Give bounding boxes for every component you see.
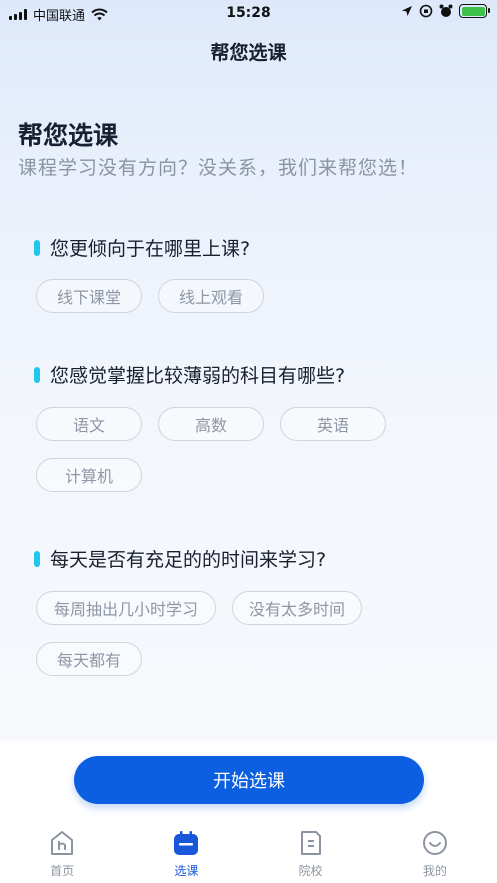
question-text: 每天是否有充足的的时间来学习? (50, 549, 327, 571)
status-right (401, 4, 490, 18)
battery-icon (459, 4, 490, 18)
tab-school[interactable]: 院校 (249, 828, 373, 883)
status-bar: 中国联通 15:28 (0, 0, 497, 26)
option-english[interactable]: 英语 (280, 407, 386, 441)
nav-title: 帮您选课 (210, 42, 287, 64)
tab-select-course[interactable]: 选课 (124, 828, 248, 883)
hero-title: 帮您选课 (18, 121, 119, 150)
option-every-day[interactable]: 每天都有 (36, 642, 142, 676)
tab-bar: 首页 选课 院校 我的 (0, 828, 497, 883)
option-few-hours-weekly[interactable]: 每周抽出几小时学习 (36, 591, 216, 625)
hero-subtitle: 课程学习没有方向？没关系，我们来帮您选！ (18, 157, 419, 179)
question-marker (34, 366, 40, 383)
option-offline[interactable]: 线下课堂 (36, 279, 142, 313)
tab-label: 首页 (50, 864, 75, 878)
option-computer[interactable]: 计算机 (36, 458, 142, 492)
tab-label: 选课 (174, 864, 199, 878)
tab-label: 我的 (422, 864, 447, 878)
tab-home[interactable]: 首页 (0, 828, 124, 883)
options-location: 线下课堂 线上观看 (36, 279, 476, 313)
options-weak-subjects: 语文 高数 英语 计算机 (36, 407, 476, 492)
options-study-time: 每周抽出几小时学习 没有太多时间 每天都有 (36, 591, 476, 676)
question-text: 您更倾向于在哪里上课? (50, 238, 251, 260)
tab-label: 院校 (298, 864, 323, 878)
question-marker (34, 550, 40, 567)
question-text: 您感觉掌握比较薄弱的科目有哪些? (50, 365, 346, 387)
question-marker (34, 239, 40, 256)
orientation-lock-icon (419, 4, 433, 18)
smile-icon (422, 831, 447, 855)
option-chinese[interactable]: 语文 (36, 407, 142, 441)
calendar-icon (174, 831, 199, 855)
question-location: 您更倾向于在哪里上课? (34, 234, 250, 261)
option-online[interactable]: 线上观看 (158, 279, 264, 313)
option-math[interactable]: 高数 (158, 407, 264, 441)
tab-mine[interactable]: 我的 (373, 828, 497, 883)
option-little-time[interactable]: 没有太多时间 (232, 591, 362, 625)
home-icon (51, 831, 74, 855)
question-weak-subjects: 您感觉掌握比较薄弱的科目有哪些? (34, 361, 345, 388)
school-icon (300, 831, 321, 855)
question-study-time: 每天是否有充足的的时间来学习? (34, 545, 326, 572)
start-selection-button[interactable]: 开始选课 (74, 756, 424, 804)
location-arrow-icon (402, 6, 412, 16)
alarm-icon (439, 4, 453, 17)
